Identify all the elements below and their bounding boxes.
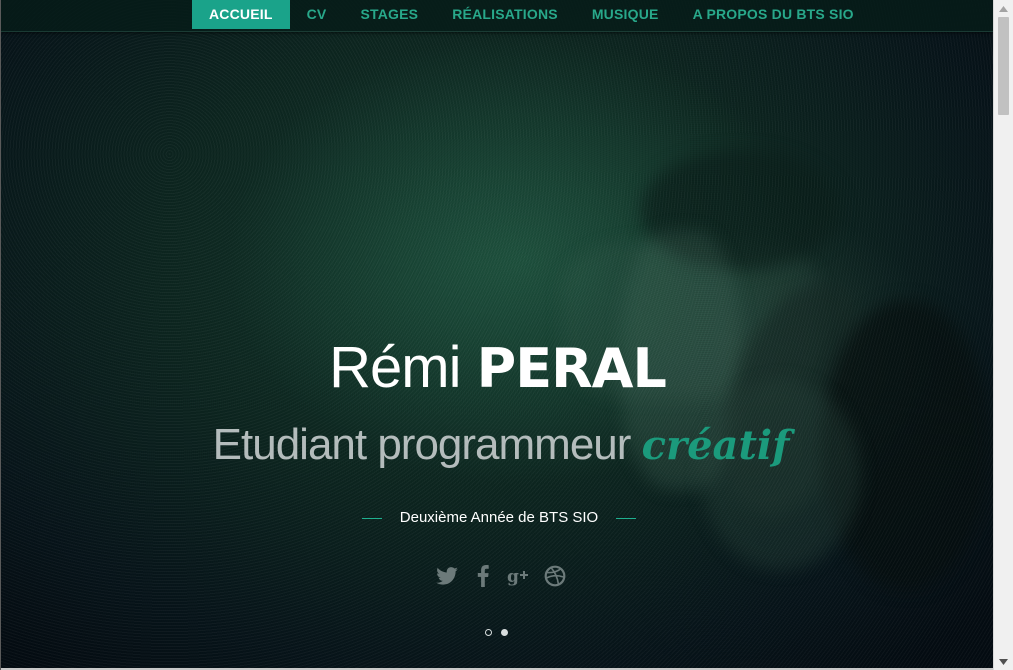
nav-item-stages[interactable]: STAGES xyxy=(343,0,435,29)
nav-item-accueil[interactable]: ACCUEIL xyxy=(192,0,290,29)
first-name: Rémi xyxy=(329,335,461,400)
twitter-icon[interactable] xyxy=(435,562,459,590)
last-name: PERAL xyxy=(476,337,667,400)
tagline-accent: créatif xyxy=(641,422,790,469)
hero-name: Rémi PERAL xyxy=(1,336,993,401)
tagline-main: Etudiant programmeur xyxy=(212,420,632,469)
slide-indicators xyxy=(485,629,508,636)
subline-text: Deuxième Année de BTS SIO xyxy=(399,509,599,526)
social-links: g xyxy=(435,562,567,590)
hero-subline: Deuxième Année de BTS SIO xyxy=(1,506,993,530)
dribbble-icon[interactable] xyxy=(543,562,567,590)
vertical-scrollbar[interactable] xyxy=(993,0,1013,670)
hero-tagline: Etudiant programmeur créatif xyxy=(1,418,993,473)
nav-item-a-propos[interactable]: A PROPOS DU BTS SIO xyxy=(676,0,871,29)
facebook-icon[interactable] xyxy=(471,562,495,590)
scroll-down-arrow-icon[interactable] xyxy=(994,653,1013,670)
left-dash xyxy=(361,517,382,519)
nav-menu: ACCUEIL CV STAGES RÉALISATIONS MUSIQUE A… xyxy=(192,0,871,29)
slide-dot-active[interactable] xyxy=(501,629,508,636)
svg-text:g: g xyxy=(507,567,519,587)
top-navbar: ACCUEIL CV STAGES RÉALISATIONS MUSIQUE A… xyxy=(1,0,993,32)
slide-dot[interactable] xyxy=(485,629,492,636)
right-dash xyxy=(616,517,637,519)
scrollbar-thumb[interactable] xyxy=(998,17,1009,115)
nav-item-musique[interactable]: MUSIQUE xyxy=(575,0,676,29)
nav-item-realisations[interactable]: RÉALISATIONS xyxy=(435,0,575,29)
page: ACCUEIL CV STAGES RÉALISATIONS MUSIQUE A… xyxy=(0,0,993,670)
background-figure xyxy=(701,380,861,570)
google-plus-icon[interactable]: g xyxy=(507,562,531,590)
nav-item-cv[interactable]: CV xyxy=(290,0,344,29)
scroll-up-arrow-icon[interactable] xyxy=(994,0,1013,17)
